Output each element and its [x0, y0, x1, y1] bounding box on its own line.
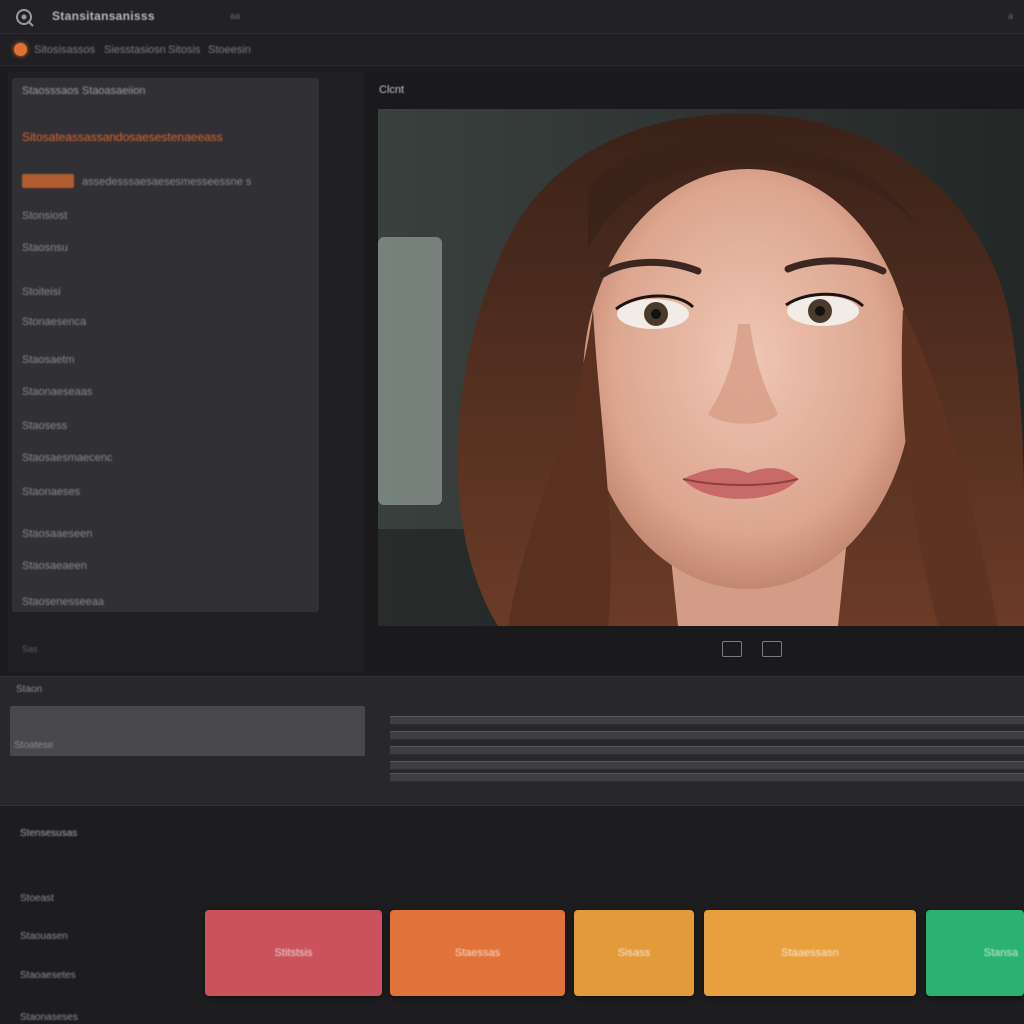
menu-item[interactable]: Stoeesin: [208, 44, 251, 56]
middle-input-label: Stoatese: [14, 740, 54, 751]
list-item[interactable]: Staosnsu: [22, 242, 68, 254]
app-window: Stansitansanisss aa a Sitosisassos Siess…: [0, 0, 1024, 1024]
list-item[interactable]: Staosess: [22, 420, 67, 432]
menu-item[interactable]: Siesstasiosn: [104, 44, 166, 56]
status-button-red[interactable]: Stitstsis: [205, 910, 382, 996]
portrait-photo: [378, 109, 1024, 626]
list-item[interactable]: Stonaesenca: [22, 316, 86, 328]
bottom-label: Stoeast: [20, 893, 54, 904]
track-line[interactable]: [390, 731, 1024, 740]
status-button-label: Staessas: [454, 947, 501, 959]
track-line[interactable]: [390, 746, 1024, 755]
status-button-label: Stansa: [983, 947, 1018, 959]
frame-back-icon[interactable]: [722, 641, 742, 657]
panel-accent-line[interactable]: Sitosateassassandosaesestenaeeass: [22, 130, 223, 144]
status-button-label: Staaessasn: [781, 947, 839, 959]
list-item[interactable]: Staosenesseeaa: [22, 596, 104, 608]
status-button-green[interactable]: Stansa: [926, 910, 1024, 996]
menu-item[interactable]: Sitosis: [168, 44, 200, 56]
list-item[interactable]: Staonaeses: [22, 486, 80, 498]
list-item[interactable]: Staosaaeseen: [22, 528, 92, 540]
title-extra: aa: [230, 11, 241, 21]
track-line[interactable]: [390, 773, 1024, 782]
panel-footer: Sas: [22, 644, 38, 654]
list-item[interactable]: Staosaetm: [22, 354, 75, 366]
list-item[interactable]: Stoiteisi: [22, 286, 61, 298]
list-item[interactable]: Staosaesmaecenc: [22, 452, 113, 464]
portrait-illustration: [378, 109, 1024, 626]
status-button-label: Sisass: [617, 947, 651, 959]
status-button-yellow[interactable]: Staaessasn: [704, 910, 916, 996]
status-button-label: Stitstsis: [274, 947, 313, 959]
app-logo-icon: [16, 9, 34, 27]
track-line[interactable]: [390, 716, 1024, 725]
frame-forward-icon[interactable]: [762, 641, 782, 657]
accent-chip[interactable]: [22, 174, 74, 188]
list-item[interactable]: Stonsiost: [22, 210, 67, 222]
panel-accent-row-text: assedesssaesaesesmesseessne s: [82, 176, 252, 188]
viewer-title: Clcnt: [379, 84, 405, 96]
status-button-amber[interactable]: Sisass: [574, 910, 694, 996]
middle-label: Staon: [16, 684, 43, 695]
menu-item[interactable]: Sitosisassos: [34, 44, 95, 56]
status-button-orange[interactable]: Staessas: [390, 910, 565, 996]
list-item[interactable]: Staonaeseaas: [22, 386, 92, 398]
panel-header: Staosssaos Staoasaeiion: [22, 85, 146, 97]
bottom-header: Stensesusas: [20, 828, 78, 839]
middle-input[interactable]: [10, 706, 365, 756]
bottom-label: Staonaseses: [20, 1012, 78, 1023]
title-bar: Stansitansanisss aa a: [0, 0, 1024, 34]
app-title: Stansitansanisss: [52, 9, 155, 23]
track-line[interactable]: [390, 761, 1024, 770]
bottom-label: Staouasen: [20, 931, 68, 942]
list-item[interactable]: Staosaeaeen: [22, 560, 87, 572]
app-menu-icon[interactable]: [14, 43, 27, 56]
bottom-label: Staoaesetes: [20, 970, 76, 981]
window-control[interactable]: a: [1008, 11, 1013, 21]
